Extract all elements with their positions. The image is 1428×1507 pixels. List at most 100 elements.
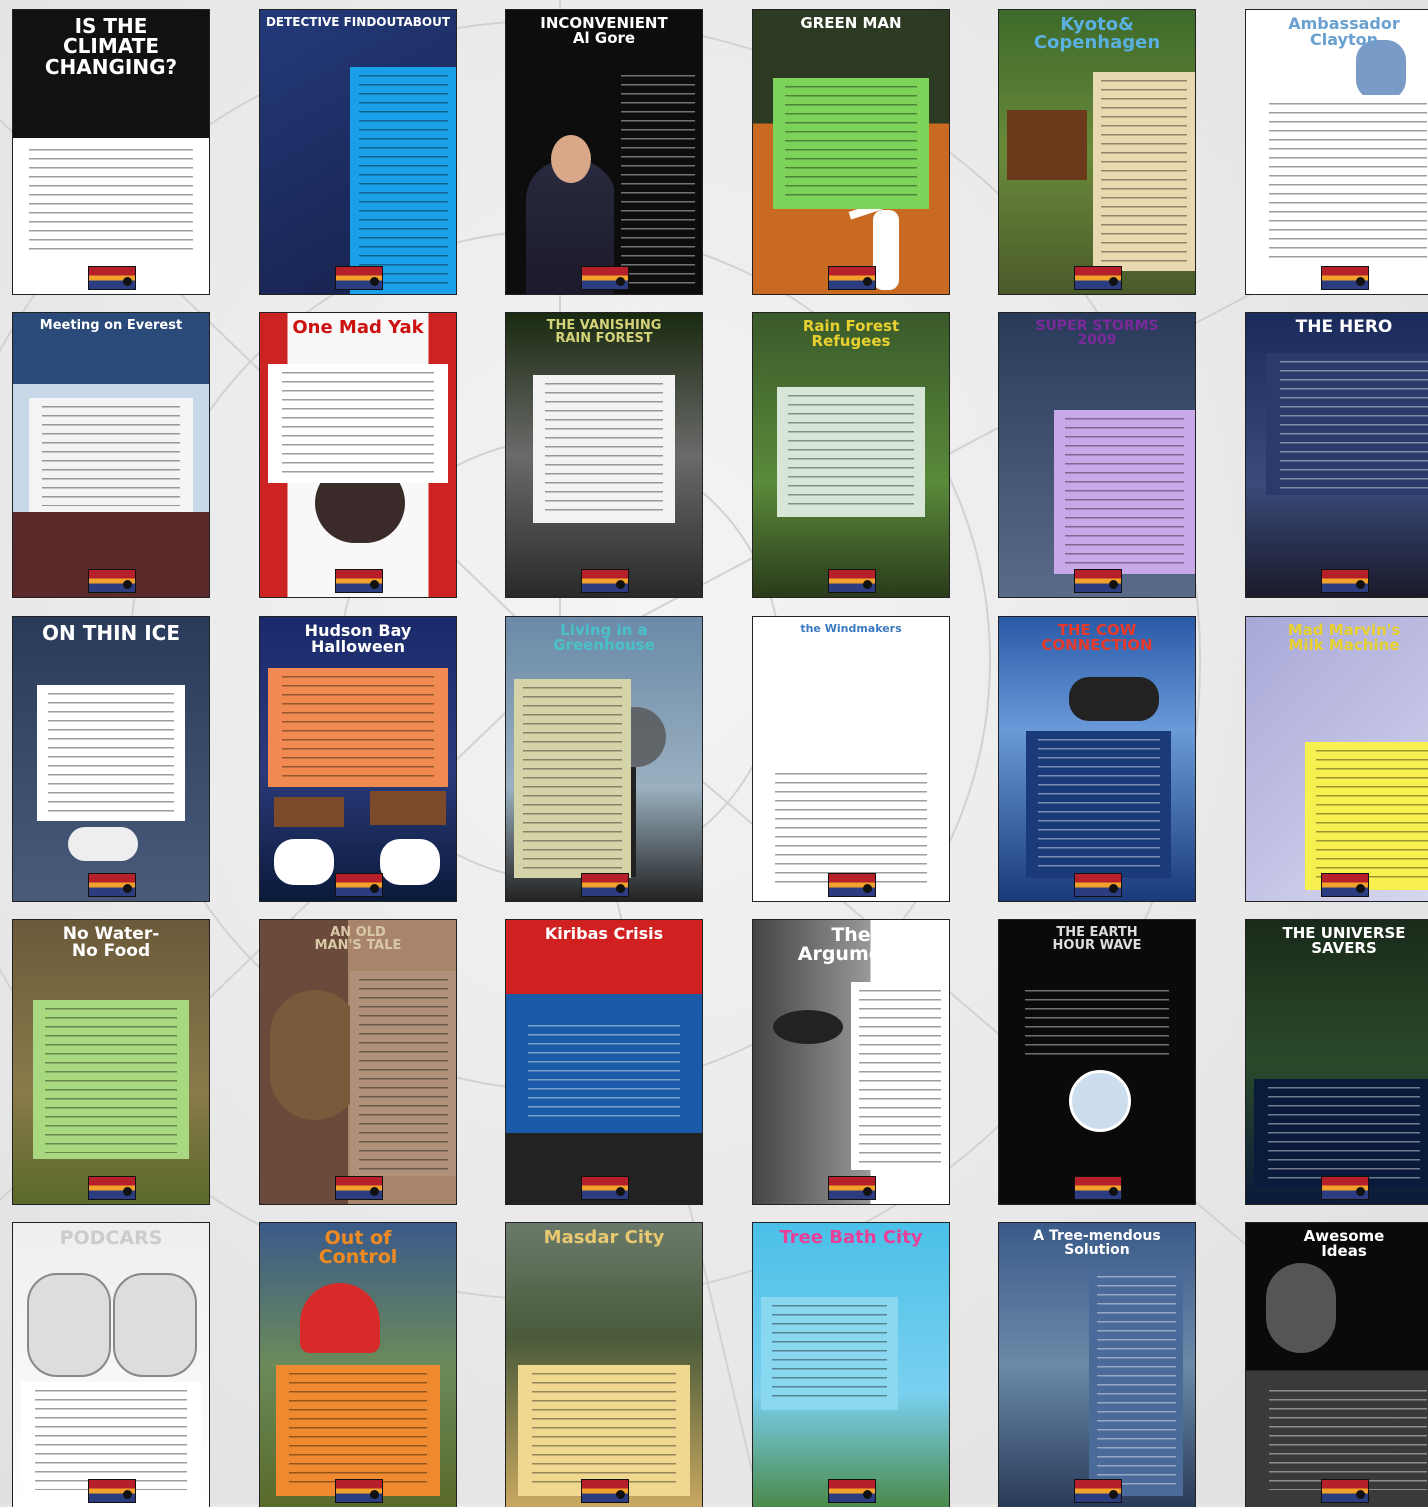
publisher-logo-badge bbox=[335, 873, 383, 897]
temple-shape bbox=[1007, 110, 1087, 180]
poster-card[interactable]: THE HERO bbox=[1246, 313, 1428, 597]
poster-card[interactable]: GREEN MAN bbox=[753, 10, 949, 294]
publisher-logo-badge bbox=[335, 1479, 383, 1503]
publisher-logo-badge bbox=[1321, 569, 1369, 593]
poster-card[interactable]: THE UNIVERSE SAVERS bbox=[1246, 920, 1428, 1204]
publisher-logo-badge bbox=[88, 1479, 136, 1503]
poster-card[interactable]: Awesome Ideas bbox=[1246, 1223, 1428, 1507]
publisher-logo-badge bbox=[1074, 873, 1122, 897]
poster-title: Living in a Greenhouse bbox=[553, 621, 655, 655]
clock-shape bbox=[1069, 1070, 1131, 1132]
poster-title: The Argument bbox=[797, 924, 905, 966]
poster-title: Meeting on Everest bbox=[39, 318, 183, 333]
poster-card[interactable]: THE COW CONNECTION bbox=[999, 617, 1195, 901]
poster-text-block bbox=[36, 685, 186, 822]
poster-text-block bbox=[28, 398, 194, 512]
poster-text-block bbox=[1026, 730, 1172, 879]
poster-card[interactable]: AN OLD MAN'S TALE bbox=[260, 920, 456, 1204]
poster-title: INCONVENIENT Al Gore bbox=[540, 14, 668, 48]
poster-text-block bbox=[275, 1365, 441, 1496]
publisher-logo-badge bbox=[1321, 266, 1369, 290]
poster-title: THE COW CONNECTION bbox=[1041, 621, 1153, 655]
poster-card[interactable]: IS THE CLIMATE CHANGING? bbox=[13, 10, 209, 294]
poster-card[interactable]: The Argument bbox=[753, 920, 949, 1204]
poster-card[interactable]: Kyoto& Copenhagen bbox=[999, 10, 1195, 294]
poster-text-block bbox=[267, 364, 449, 484]
eye-shape bbox=[773, 1010, 843, 1044]
poster-card[interactable]: Rain Forest Refugees bbox=[753, 313, 949, 597]
podcars-shape bbox=[27, 1273, 111, 1377]
polar-bears-shape bbox=[380, 839, 440, 885]
poster-card[interactable]: Hudson Bay Halloween bbox=[260, 617, 456, 901]
publisher-logo-badge bbox=[335, 569, 383, 593]
poster-card[interactable]: Tree Bath City bbox=[753, 1223, 949, 1507]
publisher-logo-badge bbox=[1074, 266, 1122, 290]
polar-bears-shape bbox=[274, 797, 344, 827]
publisher-logo-badge bbox=[581, 1176, 629, 1200]
poster-title: Kyoto& Copenhagen bbox=[1033, 14, 1161, 54]
poster-text-block bbox=[760, 764, 942, 890]
poster-title: the Windmakers bbox=[800, 622, 902, 635]
poster-card[interactable]: Ambassador Clayton bbox=[1246, 10, 1428, 294]
poster-text-block bbox=[533, 375, 675, 524]
poster-text-block bbox=[760, 1296, 899, 1411]
train-shape bbox=[300, 1283, 380, 1353]
poster-card[interactable]: No Water- No Food bbox=[13, 920, 209, 1204]
poster-title: One Mad Yak bbox=[292, 317, 424, 338]
publisher-logo-badge bbox=[88, 569, 136, 593]
poster-card[interactable]: ON THIN ICE bbox=[13, 617, 209, 901]
publisher-logo-badge bbox=[828, 569, 876, 593]
poster-title: Tree Bath City bbox=[779, 1227, 923, 1248]
poster-title: Rain Forest Refugees bbox=[802, 317, 900, 351]
publisher-logo-badge bbox=[335, 1176, 383, 1200]
poster-card[interactable]: Kiribas Crisis bbox=[506, 920, 702, 1204]
poster-title: Mad Marvin's Milk Machine bbox=[1287, 621, 1401, 655]
poster-card[interactable]: Meeting on Everest bbox=[13, 313, 209, 597]
poster-card[interactable]: A Tree-mendous Solution bbox=[999, 1223, 1195, 1507]
poster-text-block bbox=[1253, 1079, 1428, 1187]
poster-text-block bbox=[350, 971, 456, 1176]
polar-bears-shape bbox=[274, 839, 334, 885]
publisher-logo-badge bbox=[581, 873, 629, 897]
polar-bears-shape bbox=[370, 791, 446, 825]
child-shape bbox=[1266, 1263, 1336, 1353]
poster-card[interactable]: PODCARS bbox=[13, 1223, 209, 1507]
poster-card[interactable]: THE EARTH HOUR WAVE bbox=[999, 920, 1195, 1204]
poster-card[interactable]: SUPER STORMS 2009 bbox=[999, 313, 1195, 597]
publisher-logo-badge bbox=[88, 873, 136, 897]
poster-text-block bbox=[267, 668, 449, 788]
poster-title: THE UNIVERSE SAVERS bbox=[1282, 924, 1406, 958]
background-web-pattern bbox=[0, 0, 1428, 1504]
publisher-logo-badge bbox=[88, 266, 136, 290]
publisher-logo-badge bbox=[1074, 569, 1122, 593]
poster-card[interactable]: Out of Control bbox=[260, 1223, 456, 1507]
poster-title: GREEN MAN bbox=[800, 14, 902, 32]
poster-text-block bbox=[772, 78, 930, 209]
poster-text-block bbox=[1093, 72, 1195, 272]
poster-text-block bbox=[1265, 352, 1428, 495]
poster-text-block bbox=[1010, 982, 1184, 1068]
poster-title: IS THE CLIMATE CHANGING? bbox=[44, 14, 178, 79]
poster-card[interactable]: One Mad Yak bbox=[260, 313, 456, 597]
poster-text-block bbox=[1089, 1268, 1184, 1496]
poster-card[interactable]: THE VANISHING RAIN FOREST bbox=[506, 313, 702, 597]
poster-card[interactable]: DETECTIVE FINDOUTABOUT bbox=[260, 10, 456, 294]
poster-card[interactable]: the Windmakers bbox=[753, 617, 949, 901]
poster-title: No Water- No Food bbox=[62, 924, 160, 962]
poster-card[interactable]: Masdar City bbox=[506, 1223, 702, 1507]
poster-title: SUPER STORMS 2009 bbox=[1035, 318, 1159, 349]
podcars-shape bbox=[113, 1273, 197, 1377]
poster-title: Hudson Bay Halloween bbox=[304, 621, 412, 657]
poster-title: Masdar City bbox=[543, 1227, 665, 1248]
poster-card[interactable]: Living in a Greenhouse bbox=[506, 617, 702, 901]
poster-text-block bbox=[1053, 409, 1195, 575]
poster-text-block bbox=[13, 140, 209, 260]
poster-title: AN OLD MAN'S TALE bbox=[314, 925, 402, 954]
flying-figure-shape bbox=[873, 210, 899, 290]
poster-card[interactable]: Mad Marvin's Milk Machine bbox=[1246, 617, 1428, 901]
publisher-logo-badge bbox=[581, 1479, 629, 1503]
publisher-logo-badge bbox=[828, 1176, 876, 1200]
poster-card[interactable]: INCONVENIENT Al Gore bbox=[506, 10, 702, 294]
poster-title: THE VANISHING RAIN FOREST bbox=[546, 318, 662, 347]
poster-text-block bbox=[32, 999, 190, 1159]
